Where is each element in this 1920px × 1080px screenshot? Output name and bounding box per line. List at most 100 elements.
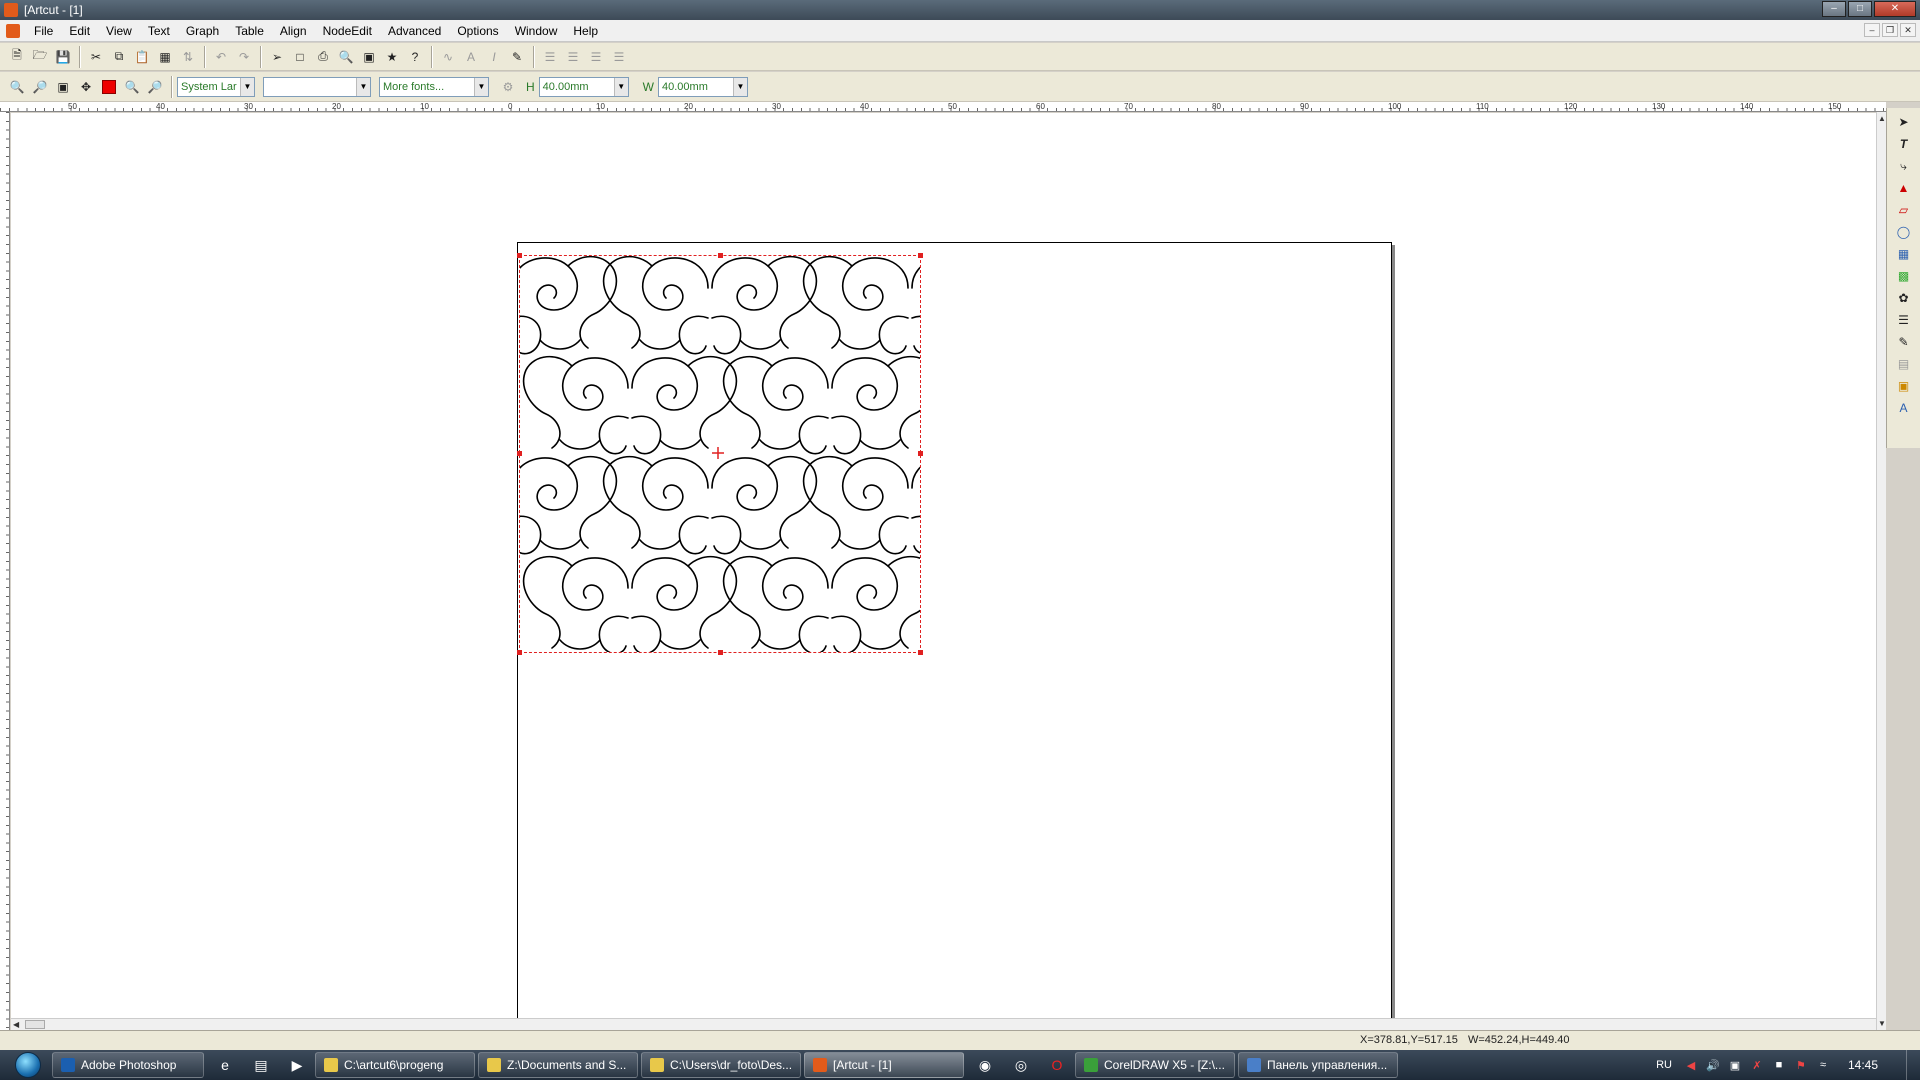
- print-preview-icon[interactable]: 🔍: [335, 46, 357, 68]
- table-icon[interactable]: ▦: [1893, 244, 1915, 264]
- action-center-icon[interactable]: ⚑: [1793, 1057, 1809, 1073]
- doc-close-button[interactable]: ✕: [1900, 23, 1916, 37]
- color-fill-icon[interactable]: [98, 76, 120, 98]
- menu-help[interactable]: Help: [565, 20, 606, 42]
- tip-icon[interactable]: ★: [381, 46, 403, 68]
- minimize-button[interactable]: –: [1822, 1, 1846, 17]
- scan-icon[interactable]: ▣: [358, 46, 380, 68]
- weld-icon[interactable]: ✿: [1893, 288, 1915, 308]
- security-icon[interactable]: ✗: [1749, 1057, 1765, 1073]
- copy-icon[interactable]: ⧉: [108, 46, 130, 68]
- undo-icon[interactable]: ↶: [210, 46, 232, 68]
- clock[interactable]: 14:45: [1848, 1058, 1878, 1072]
- shape-icon[interactable]: ◯: [1893, 222, 1915, 242]
- network-icon[interactable]: ▣: [1727, 1057, 1743, 1073]
- paste-special-icon[interactable]: ▦: [154, 46, 176, 68]
- align-center-icon[interactable]: ☰: [562, 46, 584, 68]
- text-frame-icon[interactable]: A: [460, 46, 482, 68]
- menu-window[interactable]: Window: [507, 20, 566, 42]
- scroll-down-icon[interactable]: ▼: [1878, 1019, 1886, 1028]
- font-name-select[interactable]: More fonts... ▼: [379, 76, 489, 97]
- text-style-icon[interactable]: A: [1893, 398, 1915, 418]
- scroll-up-icon[interactable]: ▲: [1878, 114, 1886, 123]
- selection-handle[interactable]: [918, 650, 923, 655]
- font-language-select[interactable]: System Lar ▼: [177, 76, 255, 97]
- taskbar-item-coreldraw[interactable]: CorelDRAW X5 - [Z:\...: [1075, 1052, 1235, 1078]
- show-desktop-button[interactable]: [1906, 1050, 1920, 1080]
- taskbar-item-users-folder[interactable]: C:\Users\dr_foto\Des...: [641, 1052, 801, 1078]
- volume-icon[interactable]: 🔊: [1705, 1057, 1721, 1073]
- pan-icon[interactable]: ✥: [75, 76, 97, 98]
- width-input[interactable]: 40.00mm ▼: [658, 76, 748, 97]
- page-setup-icon[interactable]: □: [289, 46, 311, 68]
- selection-handle[interactable]: [718, 650, 723, 655]
- chevron-down-icon[interactable]: ▼: [356, 77, 370, 96]
- horizontal-scrollbar[interactable]: ◀: [11, 1018, 1876, 1030]
- redo-icon[interactable]: ↷: [233, 46, 255, 68]
- taskbar-item-control-panel[interactable]: Панель управления...: [1238, 1052, 1398, 1078]
- doc-minimize-button[interactable]: –: [1864, 23, 1880, 37]
- edit-text-icon[interactable]: ✎: [506, 46, 528, 68]
- save-icon[interactable]: 💾: [52, 46, 74, 68]
- paste-icon[interactable]: 📋: [131, 46, 153, 68]
- vertical-ruler[interactable]: [0, 112, 10, 1030]
- menu-text[interactable]: Text: [140, 20, 178, 42]
- taskbar-item-photoshop[interactable]: Adobe Photoshop: [52, 1052, 204, 1078]
- open-icon[interactable]: 🗁: [29, 46, 51, 68]
- taskbar-item-artcut[interactable]: [Artcut - [1]: [804, 1052, 964, 1078]
- wireless-icon[interactable]: ≈: [1815, 1057, 1831, 1073]
- align-justify-icon[interactable]: ☰: [608, 46, 630, 68]
- zoom-selection-icon[interactable]: ▣: [52, 76, 74, 98]
- italic-icon[interactable]: I: [483, 46, 505, 68]
- taskbar-item-artcut-folder[interactable]: C:\artcut6\progeng: [315, 1052, 475, 1078]
- document-icon[interactable]: [6, 23, 20, 38]
- chevron-down-icon[interactable]: ▼: [613, 77, 628, 96]
- cut-icon[interactable]: ✂: [85, 46, 107, 68]
- menu-edit[interactable]: Edit: [61, 20, 98, 42]
- menu-graph[interactable]: Graph: [178, 20, 227, 42]
- selection-handle[interactable]: [918, 253, 923, 258]
- chevron-down-icon[interactable]: ▼: [240, 77, 254, 96]
- menu-nodeedit[interactable]: NodeEdit: [315, 20, 380, 42]
- speaker-red-icon[interactable]: ◀: [1683, 1057, 1699, 1073]
- text-path-icon[interactable]: ∿: [437, 46, 459, 68]
- vertical-scrollbar[interactable]: ▲ ▼: [1876, 112, 1886, 1030]
- selection-handle[interactable]: [517, 650, 522, 655]
- contour-icon[interactable]: ✎: [1893, 332, 1915, 352]
- start-button[interactable]: [8, 1050, 48, 1080]
- close-button[interactable]: ✕: [1874, 1, 1916, 17]
- notepad-icon[interactable]: ▤: [249, 1053, 273, 1077]
- chrome-icon[interactable]: ◎: [1009, 1053, 1033, 1077]
- scroll-thumb[interactable]: [25, 1020, 45, 1029]
- font-size-select[interactable]: ▼: [263, 76, 371, 97]
- menu-view[interactable]: View: [98, 20, 140, 42]
- selection-handle[interactable]: [517, 451, 522, 456]
- print-icon[interactable]: ⎙: [312, 46, 334, 68]
- fill-icon[interactable]: ▲: [1893, 178, 1915, 198]
- new-icon[interactable]: 🗎: [6, 46, 28, 68]
- import-icon[interactable]: ⇅: [177, 46, 199, 68]
- opera-icon[interactable]: O: [1045, 1053, 1069, 1077]
- doc-restore-button[interactable]: ❐: [1882, 23, 1898, 37]
- menu-advanced[interactable]: Advanced: [380, 20, 449, 42]
- language-indicator[interactable]: RU: [1656, 1057, 1672, 1073]
- selection-handle[interactable]: [517, 253, 522, 258]
- taskbar-item-documents-folder[interactable]: Z:\Documents and S...: [478, 1052, 638, 1078]
- pointer-icon[interactable]: ➤: [1893, 112, 1915, 132]
- menu-file[interactable]: File: [26, 20, 61, 42]
- outline-icon[interactable]: ▱: [1893, 200, 1915, 220]
- lines-icon[interactable]: ☰: [1893, 310, 1915, 330]
- selection-handle[interactable]: [918, 451, 923, 456]
- output-icon[interactable]: ➢: [266, 46, 288, 68]
- node-edit-icon[interactable]: ⤷: [1893, 156, 1915, 176]
- layer-icon[interactable]: ▤: [1893, 354, 1915, 374]
- chevron-down-icon[interactable]: ▼: [733, 77, 747, 96]
- menu-options[interactable]: Options: [449, 20, 506, 42]
- internet-explorer-icon[interactable]: e: [213, 1053, 237, 1077]
- text-tool-icon[interactable]: T: [1893, 134, 1915, 154]
- zoom-in-icon[interactable]: 🔎: [29, 76, 51, 98]
- align-left-icon[interactable]: ☰: [539, 46, 561, 68]
- maximize-button[interactable]: □: [1848, 1, 1872, 17]
- drawing-workspace[interactable]: [11, 113, 1876, 1080]
- chevron-down-icon[interactable]: ▼: [474, 77, 488, 96]
